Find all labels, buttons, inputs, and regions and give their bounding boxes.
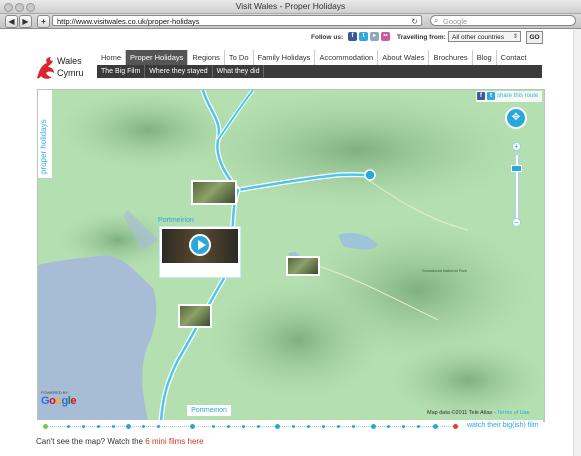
google-branding[interactable]: POWERED BY Google <box>41 390 76 407</box>
timeline-dot[interactable] <box>307 425 310 428</box>
browser-toolbar: ◀ ▶ + http://www.visitwales.co.uk/proper… <box>0 14 581 29</box>
zoom-out-button[interactable]: − <box>512 218 521 227</box>
reload-icon[interactable]: ↻ <box>411 16 418 27</box>
subnav-what-they-did[interactable]: What they did <box>213 65 265 78</box>
timeline-milestone[interactable] <box>371 424 376 429</box>
subnav-big-film[interactable]: The Big Film <box>97 65 146 78</box>
nav-home[interactable]: Home <box>97 50 127 65</box>
nav-brochures[interactable]: Brochures <box>429 50 473 65</box>
timeline-dot[interactable] <box>112 425 115 428</box>
proper-holidays-tab[interactable]: proper holidays <box>38 90 52 178</box>
watch-film-link[interactable]: watch their big(ish) film <box>467 422 539 429</box>
timeline-dot[interactable] <box>402 425 405 428</box>
timeline-dot[interactable] <box>322 425 325 428</box>
nav-regions[interactable]: Regions <box>188 50 225 65</box>
timeline-dot[interactable] <box>337 425 340 428</box>
dragon-icon <box>37 57 54 79</box>
route-map[interactable]: Snowdonia National Park proper holidays … <box>37 89 545 422</box>
youtube-icon[interactable]: ▸ <box>370 32 379 41</box>
url-bar[interactable]: http://www.visitwales.co.uk/proper-holid… <box>52 15 422 26</box>
timeline-dot[interactable] <box>292 425 295 428</box>
proper-holidays-tab-text: proper holidays <box>39 119 48 174</box>
url-text: http://www.visitwales.co.uk/proper-holid… <box>57 17 200 26</box>
zoom-in-button[interactable]: + <box>512 142 521 151</box>
nav-blog[interactable]: Blog <box>473 50 497 65</box>
logo-text-wales: Wales <box>57 56 82 66</box>
portmeirion-label-bottom: Portmeirion <box>187 405 231 416</box>
place-label-snowdonia: Snowdonia National Park <box>422 268 467 273</box>
timeline-milestone[interactable] <box>190 424 195 429</box>
search-placeholder: Google <box>443 17 468 26</box>
nav-to-do[interactable]: To Do <box>225 50 254 65</box>
nav-accommodation[interactable]: Accommodation <box>315 50 379 65</box>
twitter-icon[interactable]: t <box>359 32 368 41</box>
country-value: All other countries <box>452 34 505 41</box>
wales-logo[interactable]: Wales Cymru <box>35 55 95 83</box>
logo-text-cymru: Cymru <box>57 68 84 78</box>
nav-about-wales[interactable]: About Wales <box>378 50 430 65</box>
timeline-milestone[interactable] <box>275 424 280 429</box>
timeline-end-dot[interactable] <box>453 424 458 429</box>
timeline-dot[interactable] <box>417 425 420 428</box>
select-arrows-icon: ⇕ <box>512 34 518 40</box>
main-nav: Home Proper Holidays Regions To Do Famil… <box>97 50 531 65</box>
play-icon[interactable] <box>189 234 211 256</box>
timeline-dot[interactable] <box>212 425 215 428</box>
timeline-dot[interactable] <box>82 425 85 428</box>
search-field[interactable]: ⌕ Google <box>430 15 576 26</box>
footer-text: Can't see the map? Watch the <box>36 437 146 446</box>
mini-films-link[interactable]: 6 mini films here <box>145 437 203 446</box>
flickr-icon[interactable]: •• <box>381 32 390 41</box>
nav-family-holidays[interactable]: Family Holidays <box>254 50 316 65</box>
photo-thumbnail[interactable] <box>286 256 320 276</box>
timeline-dot[interactable] <box>67 425 70 428</box>
twitter-icon[interactable]: t <box>487 92 495 100</box>
photo-thumbnail[interactable] <box>191 180 237 205</box>
subnav-where-they-stayed[interactable]: Where they stayed <box>145 65 213 78</box>
window-title: Visit Wales - Proper Holidays <box>235 1 346 11</box>
search-icon: ⌕ <box>434 16 439 25</box>
sub-nav: The Big Film Where they stayed What they… <box>97 65 542 78</box>
timeline-dot[interactable] <box>97 425 100 428</box>
video-thumbnail[interactable] <box>159 226 241 278</box>
zoom-slider-handle[interactable] <box>511 165 522 172</box>
timeline-track <box>45 426 459 427</box>
page-scrollbar[interactable] <box>573 29 581 456</box>
pan-control-icon[interactable]: ✥ <box>505 107 527 129</box>
timeline-dot[interactable] <box>387 425 390 428</box>
timeline-dot[interactable] <box>227 425 230 428</box>
share-route-box[interactable]: f t share this route <box>476 91 542 102</box>
map-data-text: Map data ©2011 Tele Atlas - <box>427 410 498 416</box>
map-attribution: Map data ©2011 Tele Atlas - Terms of Use <box>427 410 530 416</box>
nav-proper-holidays[interactable]: Proper Holidays <box>126 50 189 65</box>
timeline-dot[interactable] <box>242 425 245 428</box>
new-tab-button[interactable]: + <box>37 15 50 28</box>
go-button[interactable]: GO <box>526 31 543 44</box>
timeline-milestone[interactable] <box>126 424 131 429</box>
google-logo: Google <box>41 395 76 407</box>
photo-thumbnail[interactable] <box>178 304 212 328</box>
timeline-milestone[interactable] <box>433 424 438 429</box>
travelling-from-label: Travelling from: <box>397 34 446 41</box>
follow-us-label: Follow us: <box>311 34 344 41</box>
timeline-dot[interactable] <box>142 425 145 428</box>
window-titlebar: Visit Wales - Proper Holidays <box>0 0 581 14</box>
facebook-icon[interactable]: f <box>348 32 357 41</box>
timeline-dot[interactable] <box>257 425 260 428</box>
terms-of-use-link[interactable]: Terms of Use <box>497 410 529 416</box>
country-select[interactable]: All other countries ⇕ <box>448 31 521 42</box>
timeline-dot[interactable] <box>352 425 355 428</box>
video-still <box>162 229 238 263</box>
forward-button[interactable]: ▶ <box>19 15 32 28</box>
timeline-dot[interactable] <box>157 425 160 428</box>
portmeirion-label: Portmeirion <box>158 217 194 224</box>
share-route-link[interactable]: share this route <box>497 91 538 102</box>
facebook-icon[interactable]: f <box>477 92 485 100</box>
route-timeline: watch their big(ish) film <box>37 420 543 433</box>
zoom-slider-track[interactable] <box>515 154 519 220</box>
footer-note: Can't see the map? Watch the 6 mini film… <box>36 437 204 446</box>
back-button[interactable]: ◀ <box>5 15 18 28</box>
timeline-start-dot[interactable] <box>43 424 48 429</box>
nav-contact[interactable]: Contact <box>497 50 531 65</box>
